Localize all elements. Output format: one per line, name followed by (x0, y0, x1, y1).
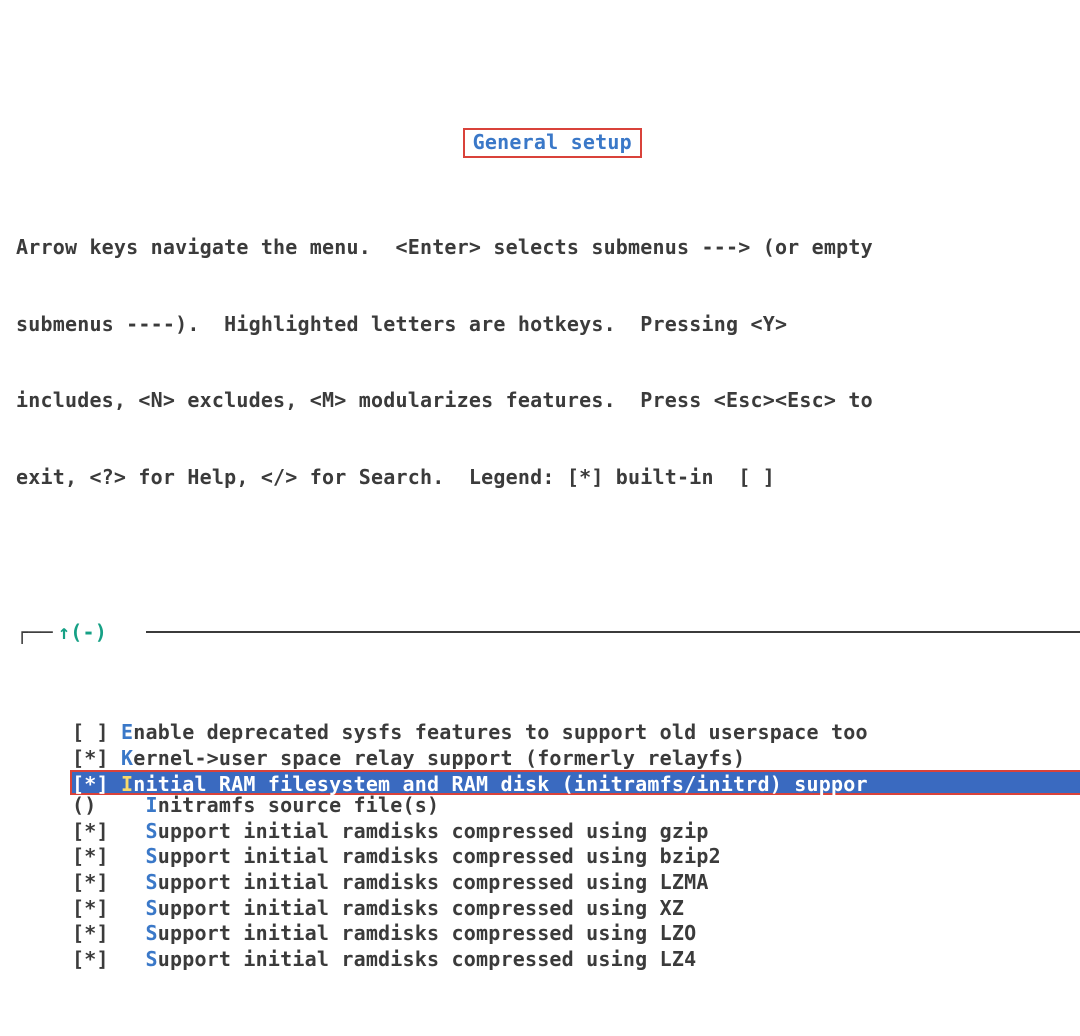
item-label: upport initial ramdisks compressed using… (158, 921, 697, 947)
spacer (109, 947, 146, 973)
spacer (109, 746, 121, 772)
spacer (109, 870, 146, 896)
menu-item[interactable]: [*] Support initial ramdisks compressed … (72, 921, 1080, 947)
page-title: General setup (463, 128, 642, 158)
border-corner: ┌── (16, 620, 53, 646)
scroll-up-indicator[interactable]: ↑(-) (58, 620, 107, 646)
item-label: nitramfs source file(s) (158, 793, 440, 819)
help-line: includes, <N> excludes, <M> modularizes … (16, 388, 1080, 414)
item-label: upport initial ramdisks compressed using… (158, 819, 709, 845)
item-state-bracket[interactable]: () (72, 793, 96, 819)
help-line: exit, <?> for Help, </> for Search. Lege… (16, 465, 1080, 491)
hotkey-letter: S (145, 947, 157, 973)
menu-item[interactable]: [*] Kernel->user space relay support (fo… (72, 746, 1080, 772)
hotkey-letter: S (145, 921, 157, 947)
menu-item[interactable]: [*] Support initial ramdisks compressed … (72, 844, 1080, 870)
hotkey-letter: S (145, 844, 157, 870)
hotkey-letter: E (121, 720, 133, 746)
hotkey-letter: K (121, 746, 133, 772)
menu-item[interactable]: [*] Support initial ramdisks compressed … (72, 819, 1080, 845)
item-label: nable deprecated sysfs features to suppo… (133, 720, 867, 746)
menu-item[interactable]: [ ] Enable deprecated sysfs features to … (72, 720, 1080, 746)
hotkey-letter: S (145, 870, 157, 896)
help-text: Arrow keys navigate the menu. <Enter> se… (0, 180, 1080, 517)
spacer (109, 844, 146, 870)
item-state-bracket[interactable]: [*] (72, 746, 109, 772)
menu-item[interactable]: [*] Support initial ramdisks compressed … (72, 870, 1080, 896)
menu-item[interactable]: [*] Support initial ramdisks compressed … (72, 947, 1080, 973)
menu-item[interactable]: [*] Initial RAM filesystem and RAM disk … (70, 770, 1080, 796)
menu-item[interactable]: [*] Support initial ramdisks compressed … (72, 896, 1080, 922)
item-label: upport initial ramdisks compressed using… (158, 870, 709, 896)
spacer (109, 720, 121, 746)
item-state-bracket[interactable]: [*] (72, 921, 109, 947)
hotkey-letter: S (145, 819, 157, 845)
item-state-bracket[interactable]: [*] (72, 896, 109, 922)
item-label: ernel->user space relay support (formerl… (133, 746, 745, 772)
hotkey-letter: I (145, 793, 157, 819)
item-label: upport initial ramdisks compressed using… (158, 896, 684, 922)
spacer (109, 921, 146, 947)
item-state-bracket[interactable]: [*] (72, 844, 109, 870)
item-state-bracket[interactable]: [*] (72, 870, 109, 896)
help-line: submenus ----). Highlighted letters are … (16, 312, 1080, 338)
menu-box: ┌── ↑(-) [ ] Enable deprecated sysfs fea… (16, 568, 1080, 1036)
help-line: Arrow keys navigate the menu. <Enter> se… (16, 235, 1080, 261)
spacer (96, 793, 145, 819)
item-state-bracket[interactable]: [*] (72, 819, 109, 845)
item-label: upport initial ramdisks compressed using… (158, 947, 697, 973)
item-state-bracket[interactable]: [ ] (72, 720, 109, 746)
hotkey-letter: S (145, 896, 157, 922)
spacer (109, 896, 146, 922)
spacer (109, 819, 146, 845)
menu-border-top: ┌── ↑(-) (16, 620, 1080, 644)
menu-items: [ ] Enable deprecated sysfs features to … (16, 720, 1080, 972)
border-top-rule (146, 631, 1080, 633)
item-label: upport initial ramdisks compressed using… (158, 844, 721, 870)
item-state-bracket[interactable]: [*] (72, 947, 109, 973)
